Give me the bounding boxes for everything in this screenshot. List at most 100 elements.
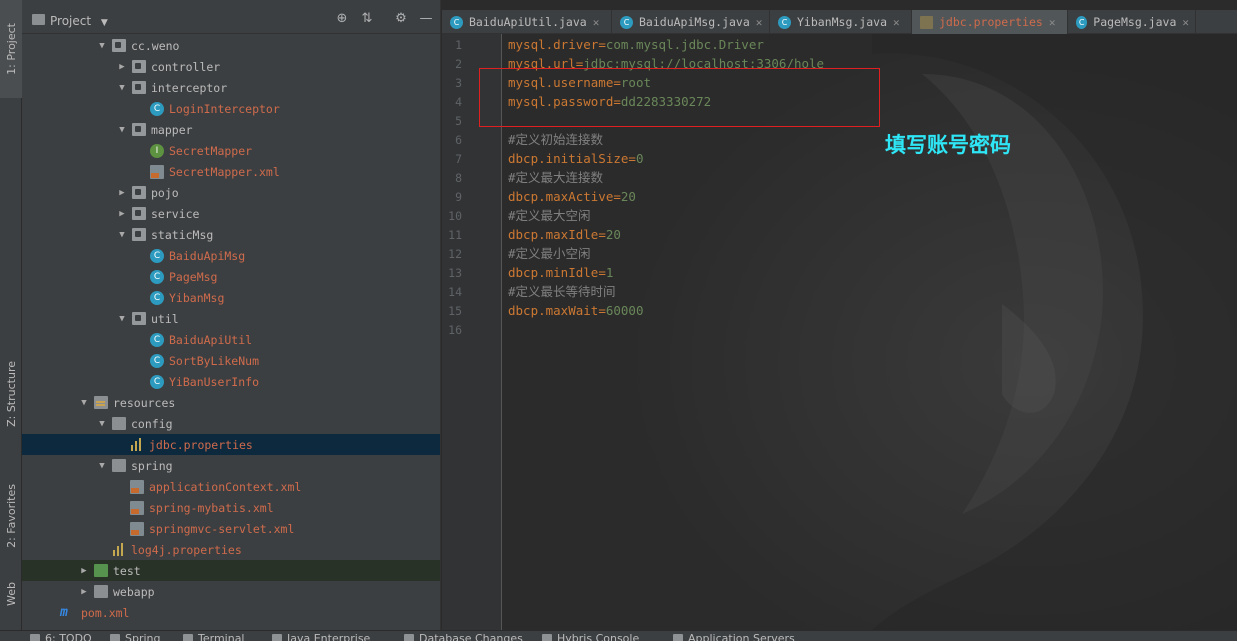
editor-tab-label: YibanMsg.java [797, 15, 888, 29]
comment-text: #定义最长等待时间 [508, 284, 616, 299]
bottom-tool-database-changes[interactable]: Database Changes [404, 632, 523, 641]
editor-tab-baiduapimsg-java[interactable]: C BaiduApiMsg.java ✕ [612, 10, 770, 34]
project-tool-tab[interactable]: 1: Project [0, 0, 22, 98]
tree-item-log4j-properties[interactable]: log4j.properties [22, 539, 440, 560]
close-tab-icon[interactable]: ✕ [756, 16, 763, 29]
line-number: 9 [455, 190, 462, 204]
code-line: #定义最大空闲 [508, 206, 591, 225]
close-tab-icon[interactable]: ✕ [593, 16, 600, 29]
tree-item-staticmsg[interactable]: ▼ staticMsg [22, 224, 440, 245]
tree-item-spring[interactable]: ▼ spring [22, 455, 440, 476]
collapse-arrow-icon[interactable]: ▼ [96, 418, 108, 430]
package-icon [132, 207, 146, 220]
properties-file-icon [920, 15, 933, 29]
line-number: 3 [455, 76, 462, 90]
tree-item-config[interactable]: ▼ config [22, 413, 440, 434]
resources-folder-icon [94, 396, 108, 409]
tree-item-yibanmsg[interactable]: C YibanMsg [22, 287, 440, 308]
collapse-arrow-icon[interactable]: ▼ [116, 124, 128, 136]
collapse-arrow-icon[interactable]: ▼ [96, 460, 108, 472]
code-line: mysql.driver=com.mysql.jdbc.Driver [508, 35, 764, 54]
close-tab-icon[interactable]: ✕ [1049, 16, 1056, 29]
expand-arrow-icon[interactable]: ▶ [116, 208, 128, 220]
tree-item-baiduapiutil[interactable]: C BaiduApiUtil [22, 329, 440, 350]
editor-tab-yibanmsg-java[interactable]: C YibanMsg.java ✕ [770, 10, 912, 34]
web-tool-tab[interactable]: Web [0, 574, 22, 614]
tree-item-resources[interactable]: ▼ resources [22, 392, 440, 413]
tree-item-pojo[interactable]: ▶ pojo [22, 182, 440, 203]
bottom-tool-application-servers[interactable]: Application Servers [673, 632, 795, 641]
property-value: com.mysql.jdbc.Driver [605, 37, 764, 52]
tool-window-icon [272, 633, 282, 641]
expand-arrow-icon[interactable]: ▶ [116, 61, 128, 73]
tree-item-label: jdbc.properties [149, 437, 253, 452]
property-key: dbcp.initialSize [508, 151, 629, 166]
tree-item-mapper[interactable]: ▼ mapper [22, 119, 440, 140]
favorites-tool-tab[interactable]: 2: Favorites [0, 466, 22, 566]
bottom-tool-hybris-console[interactable]: Hybris Console [542, 632, 639, 641]
tree-item-label: BaiduApiUtil [169, 332, 253, 347]
close-tab-icon[interactable]: ✕ [893, 16, 900, 29]
tree-item-pagemsg[interactable]: C PageMsg [22, 266, 440, 287]
code-line: #定义初始连接数 [508, 130, 603, 149]
property-key: mysql.driver [508, 37, 599, 52]
tree-item-logininterceptor[interactable]: C LoginInterceptor [22, 98, 440, 119]
tree-item-controller[interactable]: ▶ controller [22, 56, 440, 77]
test-folder-icon [94, 564, 108, 577]
gear-icon[interactable]: ⚙ [394, 12, 408, 26]
package-icon [132, 186, 146, 199]
bottom-tool-6-todo[interactable]: 6: TODO [30, 632, 92, 641]
expand-arrow-icon[interactable]: ▶ [78, 586, 90, 598]
tree-item-spring-mybatis-xml[interactable]: spring-mybatis.xml [22, 497, 440, 518]
structure-tool-tab[interactable]: Z: Structure [0, 352, 22, 436]
collapse-arrow-icon[interactable]: ▼ [96, 40, 108, 52]
code-line: dbcp.maxWait=60000 [508, 301, 643, 320]
equals-sign: = [598, 303, 606, 318]
collapse-arrow-icon[interactable]: ▼ [116, 82, 128, 94]
collapse-arrow-icon[interactable]: ▼ [116, 313, 128, 325]
line-number: 11 [448, 228, 462, 242]
tree-item-label: spring-mybatis.xml [149, 500, 274, 515]
tree-item-baiduapimsg[interactable]: C BaiduApiMsg [22, 245, 440, 266]
tree-item-applicationcontext-xml[interactable]: applicationContext.xml [22, 476, 440, 497]
close-tab-icon[interactable]: ✕ [1182, 16, 1189, 29]
line-number: 7 [455, 152, 462, 166]
editor-tab-pagemsg-java[interactable]: C PageMsg.java ✕ [1068, 10, 1196, 34]
tree-item-test[interactable]: ▶ test [22, 560, 440, 581]
collapse-arrow-icon[interactable]: ▼ [78, 397, 90, 409]
tree-item-springmvc-servlet-xml[interactable]: springmvc-servlet.xml [22, 518, 440, 539]
tree-item-interceptor[interactable]: ▼ interceptor [22, 77, 440, 98]
locate-icon[interactable]: ⊕ [335, 12, 349, 26]
project-tool-label: 1: Project [4, 23, 18, 75]
line-number: 2 [455, 57, 462, 71]
tree-item-secretmapper[interactable]: I SecretMapper [22, 140, 440, 161]
comment-text: #定义初始连接数 [508, 132, 604, 147]
tree-item-sortbylikenum[interactable]: C SortByLikeNum [22, 350, 440, 371]
tree-item-util[interactable]: ▼ util [22, 308, 440, 329]
tree-item-service[interactable]: ▶ service [22, 203, 440, 224]
tree-item-secretmapper-xml[interactable]: SecretMapper.xml [22, 161, 440, 182]
collapse-all-icon[interactable]: ⇅ [360, 12, 374, 26]
bottom-tool-spring[interactable]: Spring [110, 632, 161, 641]
interface-icon: I [150, 143, 164, 158]
expand-arrow-icon[interactable]: ▶ [116, 187, 128, 199]
bottom-tool-java-enterprise[interactable]: Java Enterprise [272, 632, 370, 641]
bottom-tool-terminal[interactable]: Terminal [183, 632, 245, 641]
editor-tab-label: BaiduApiMsg.java [639, 15, 750, 29]
expand-arrow-icon[interactable]: ▶ [78, 565, 90, 577]
line-number: 8 [455, 171, 462, 185]
tool-window-icon [30, 633, 40, 641]
tree-item-pom-xml[interactable]: m pom.xml [22, 602, 440, 623]
tree-item-webapp[interactable]: ▶ webapp [22, 581, 440, 602]
editor-tab-jdbc-properties[interactable]: jdbc.properties ✕ [912, 10, 1068, 34]
tree-item-jdbc-properties[interactable]: jdbc.properties [22, 434, 440, 455]
hide-icon[interactable]: — [419, 12, 433, 26]
package-icon [112, 39, 126, 52]
tree-item-cc-weno[interactable]: ▼ cc.weno [22, 35, 440, 56]
line-number: 10 [448, 209, 462, 223]
project-view-selector[interactable]: Project ▼ [50, 14, 108, 28]
collapse-arrow-icon[interactable]: ▼ [116, 229, 128, 241]
editor-tab-baiduapiutil-java[interactable]: C BaiduApiUtil.java ✕ [442, 10, 612, 34]
tree-item-yibanuserinfo[interactable]: C YiBanUserInfo [22, 371, 440, 392]
tree-item-label: applicationContext.xml [149, 479, 302, 494]
